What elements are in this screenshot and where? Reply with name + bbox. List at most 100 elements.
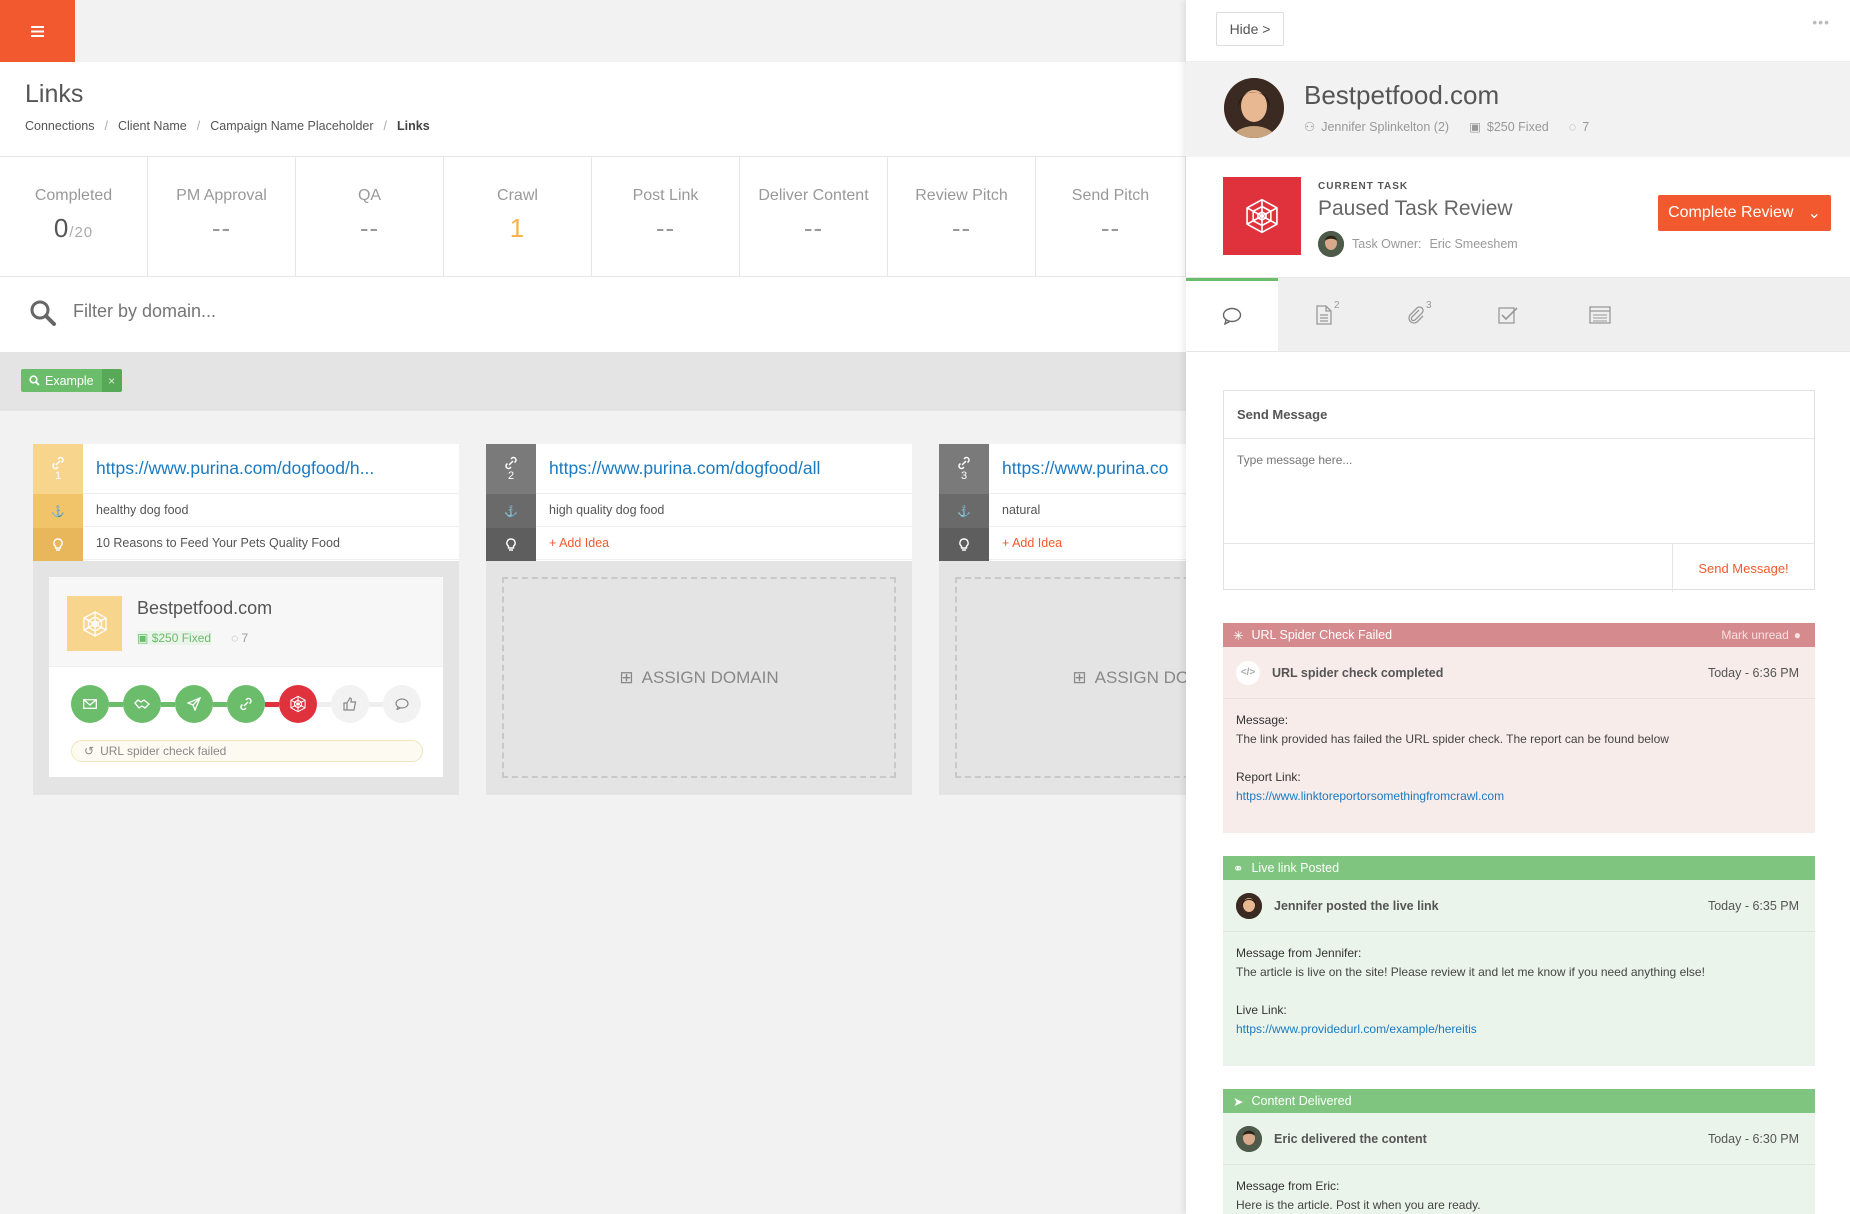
link-icon: ⚭ [1233,861,1244,876]
spiderweb-icon [67,596,122,651]
event-message: Here is the article. Post it when you ar… [1236,1198,1481,1212]
lightbulb-icon [939,528,989,561]
link-index: 1 [33,444,83,494]
event-label: Message: [1236,713,1289,727]
link-url[interactable]: https://www.purina.com/dogfood/all [536,444,912,494]
stat-label: Review Pitch [915,187,1008,204]
list-icon [1589,305,1611,324]
email-step-icon[interactable] [71,685,109,723]
event-label: Message from Jennifer: [1236,946,1362,960]
tab-attachments[interactable]: 3 [1370,278,1462,351]
comment-step-icon[interactable] [383,685,421,723]
report-link[interactable]: https://www.linktoreportorsomethingfromc… [1236,789,1504,803]
spiderweb-icon: ✳ [1233,628,1244,643]
comment-icon [1222,307,1242,325]
code-icon: </> [1236,660,1260,685]
spiderweb-step-icon[interactable] [279,685,317,723]
mark-unread-button[interactable]: Mark unread ● [1721,628,1801,642]
link-url[interactable]: https://www.purina.com/dogfood/h... [83,444,459,494]
breadcrumb: Connections / Client Name / Campaign Nam… [25,119,430,133]
breadcrumb-separator: / [104,119,108,133]
stat-completed[interactable]: Completed 0/20 [0,157,148,276]
stat-deliver-content[interactable]: Deliver Content -- [740,157,888,276]
info-icon: ● [1793,628,1801,642]
assign-domain-button[interactable]: ⊞ ASSIGN DOMAIN [502,577,896,778]
avatar [1236,892,1262,919]
client-comments[interactable]: ◌ 7 [1569,120,1589,134]
handshake-step-icon[interactable] [123,685,161,723]
activity-event: ✳ URL Spider Check Failed Mark unread ● <… [1223,623,1815,833]
hide-panel-button[interactable]: Hide > [1216,12,1284,46]
task-title: Paused Task Review [1318,197,1513,220]
breadcrumb-separator: / [196,119,201,133]
top-bar [0,0,1186,62]
send-message-button[interactable]: Send Message! [1672,544,1814,592]
domain-comments: ◌ 7 [231,631,249,645]
link-step-icon[interactable] [227,685,265,723]
link-icon [958,456,970,470]
tab-details[interactable] [1554,278,1646,351]
more-options-icon[interactable]: ••• [1812,14,1830,30]
anchor-text: healthy dog food [83,494,459,527]
domain-filter-input[interactable] [73,301,773,322]
event-header: ➤ Content Delivered [1223,1089,1815,1113]
stat-pm-approval[interactable]: PM Approval -- [148,157,296,276]
stat-value: -- [1100,213,1121,243]
chevron-down-icon: ⌄ [1807,205,1821,222]
domain-name: Bestpetfood.com [137,598,273,618]
anchor-icon: ⚓ [33,494,83,528]
stat-value: -- [951,213,972,243]
domain-card[interactable]: Bestpetfood.com ▣ $250 Fixed ◌ 7 ↺ URL s… [49,577,443,777]
anchor-icon: ⚓ [486,494,536,528]
message-input[interactable] [1237,453,1797,467]
event-label: Report Link: [1236,770,1301,784]
page-title: Links [25,80,84,108]
event-label: Live Link: [1236,1003,1287,1017]
add-idea-link[interactable]: + Add Idea [536,527,912,560]
breadcrumb-campaign[interactable]: Campaign Name Placeholder [210,119,373,133]
tab-checklist[interactable] [1462,278,1554,351]
send-icon: ➤ [1233,1094,1244,1109]
plus-square-icon: ⊞ [1072,667,1087,687]
hamburger-icon [31,25,44,37]
stat-crawl[interactable]: Crawl 1 [444,157,592,276]
paperclip-icon [1408,305,1424,324]
stat-send-pitch[interactable]: Send Pitch -- [1036,157,1186,276]
stat-post-link[interactable]: Post Link -- [592,157,740,276]
send-step-icon[interactable] [175,685,213,723]
plus-square-icon: ⊞ [619,667,634,687]
lightbulb-icon [33,528,83,561]
live-link[interactable]: https://www.providedurl.com/example/here… [1236,1022,1477,1036]
client-price: ▣ $250 Fixed [1469,119,1549,135]
spiderweb-icon [1223,177,1301,255]
complete-review-button[interactable]: Complete Review ⌄ [1658,195,1831,231]
stat-label: Post Link [632,187,699,204]
tab-comments[interactable] [1186,278,1278,351]
current-task: CURRENT TASK Paused Task Review Task Own… [1186,157,1850,278]
client-header: Bestpetfood.com ⚇ Jennifer Splinkelton (2… [1186,62,1850,157]
stat-label: PM Approval [176,187,267,204]
stat-qa[interactable]: QA -- [296,157,444,276]
stats-bar: Completed 0/20 PM Approval -- QA -- Craw… [0,156,1186,277]
send-message-box: Send Message Send Message! [1223,390,1815,592]
event-time: Today - 6:30 PM [1707,1131,1799,1146]
stat-review-pitch[interactable]: Review Pitch -- [888,157,1036,276]
link-index: 3 [939,444,989,494]
stat-value: -- [803,213,824,243]
search-icon [29,375,40,386]
event-summary: </> URL spider check completed Today - 6… [1223,647,1815,699]
filter-tag-label[interactable]: Example [21,369,102,392]
remove-tag-button[interactable]: × [101,369,122,392]
breadcrumb-client[interactable]: Client Name [118,119,187,133]
document-icon [1316,304,1332,325]
breadcrumb-separator: / [383,119,388,133]
money-icon: ▣ [1469,120,1481,134]
tab-documents[interactable]: 2 [1278,278,1370,351]
anchor-icon: ⚓ [939,494,989,528]
client-contact[interactable]: ⚇ Jennifer Splinkelton (2) [1304,119,1449,135]
menu-button[interactable] [0,0,75,62]
breadcrumb-connections[interactable]: Connections [25,119,95,133]
event-time: Today - 6:36 PM [1707,665,1799,680]
panel-tabs: 2 3 [1186,278,1850,352]
thumbs-up-step-icon[interactable] [331,685,369,723]
